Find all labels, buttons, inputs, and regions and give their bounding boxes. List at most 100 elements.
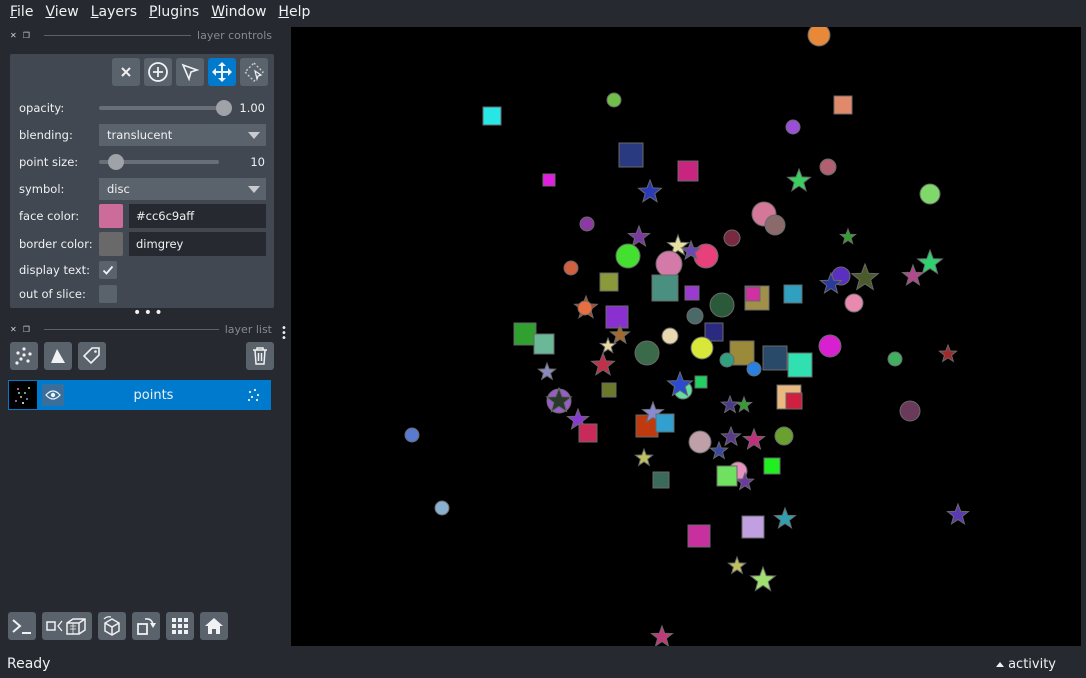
point-marker [618,142,644,168]
point-marker [655,413,675,433]
dock-close-icon[interactable]: ✕ [10,31,17,40]
select-points-button[interactable] [176,58,204,86]
console-button[interactable] [8,612,36,640]
point-size-value: 10 [250,155,265,169]
border-color-swatch[interactable] [99,232,123,256]
point-marker [533,333,555,355]
display-text-row: display text: [19,258,267,282]
label-tag-icon [82,347,100,365]
layer-list-toolbar [10,342,274,370]
eye-icon [45,390,61,400]
pan-zoom-button[interactable] [208,58,236,86]
point-size-slider-handle[interactable] [107,154,124,170]
point-marker [763,457,781,475]
menu-help-label: elp [288,4,311,20]
roll-dimensions-button[interactable] [98,612,126,640]
chevron-down-icon [248,132,260,139]
layer-controls-panel: opacity: 1.00 blending: translucent poin… [10,54,274,308]
point-marker [938,343,958,363]
point-marker [819,158,837,176]
delete-layer-button[interactable] [246,342,274,370]
border-color-value: dimgrey [136,237,184,251]
face-color-row: face color: #cc6c9aff [19,204,267,228]
transpose-button[interactable] [132,612,160,640]
point-marker [919,183,941,205]
layer-list-item-points[interactable]: points [8,380,271,410]
status-bar: Ready activity [0,650,1086,678]
dock-resize-handle[interactable]: • • • [281,324,287,344]
out-of-slice-checkbox[interactable] [99,285,117,303]
layer-thumbnail [9,381,37,409]
menu-file-mnemonic: F [10,4,18,20]
close-icon [121,67,131,77]
face-color-input[interactable]: #cc6c9aff [129,204,266,228]
move-arrows-icon [212,62,232,82]
viewer-buttons [8,612,228,640]
menu-help[interactable]: Help [272,0,316,24]
menu-window-label: indow [224,4,267,20]
point-marker [720,425,742,447]
layer-name[interactable]: points [64,388,243,403]
activity-button[interactable]: activity [996,657,1056,672]
visibility-toggle[interactable] [42,384,64,406]
point-marker [615,243,641,269]
blending-value: translucent [107,128,173,142]
point-marker [783,284,803,304]
add-points-button[interactable] [144,58,172,86]
transform-button[interactable] [240,58,268,86]
point-marker [687,524,711,548]
new-points-layer-button[interactable] [10,342,38,370]
blending-dropdown[interactable]: translucent [99,124,266,146]
menu-bar: File View Layers Plugins Window Help [0,0,1086,24]
new-labels-layer-button[interactable] [78,342,106,370]
opacity-slider-handle[interactable] [215,100,232,116]
viewer-canvas[interactable] [291,27,1081,646]
point-marker [946,502,970,526]
point-marker [786,167,812,192]
point-marker [677,160,699,182]
transform-icon [244,62,264,82]
delete-selected-points-button[interactable] [112,58,140,86]
point-marker [601,382,617,398]
menu-view[interactable]: View [39,0,84,24]
border-color-label: border color: [19,237,93,251]
point-marker [742,427,766,451]
opacity-slider-track [99,106,219,110]
display-text-label: display text: [19,263,91,277]
dock-float-icon[interactable]: ❐ [23,325,30,334]
border-color-input[interactable]: dimgrey [129,232,266,256]
point-marker [850,262,880,291]
display-text-checkbox[interactable] [99,261,117,279]
grid-mode-button[interactable] [166,612,194,640]
point-marker [651,274,679,302]
point-marker [650,624,674,646]
point-marker [513,322,537,346]
layer-controls-titlebar: ✕ ❐ layer controls [10,26,272,44]
menu-plugins[interactable]: Plugins [143,0,205,24]
menu-view-label: iew [54,4,79,20]
reset-view-button[interactable] [200,612,228,640]
ndisplay-toggle-button[interactable] [42,612,92,640]
point-marker [404,427,420,443]
cube-rotate-icon [103,616,120,636]
dock-float-icon[interactable]: ❐ [23,31,30,40]
dock-close-icon[interactable]: ✕ [10,325,17,334]
activity-label: activity [1008,657,1056,672]
symbol-dropdown[interactable]: disc [99,178,266,200]
menu-layers-mnemonic: L [90,4,99,20]
new-shapes-layer-button[interactable] [44,342,72,370]
point-size-slider[interactable] [99,150,219,174]
points-layer-render [404,27,970,646]
point-marker [839,227,857,245]
splitter-handle[interactable]: • • • [133,306,163,320]
menu-file-label: ile [17,4,34,20]
menu-layers[interactable]: Layers [85,0,143,24]
face-color-swatch[interactable] [99,204,123,228]
opacity-slider[interactable] [99,96,232,120]
checkmark-icon [102,265,114,275]
menu-file[interactable]: File [4,0,39,24]
point-marker [785,392,803,410]
transpose-icon [137,618,156,635]
point-marker [844,293,864,313]
menu-window[interactable]: Window [205,0,272,24]
